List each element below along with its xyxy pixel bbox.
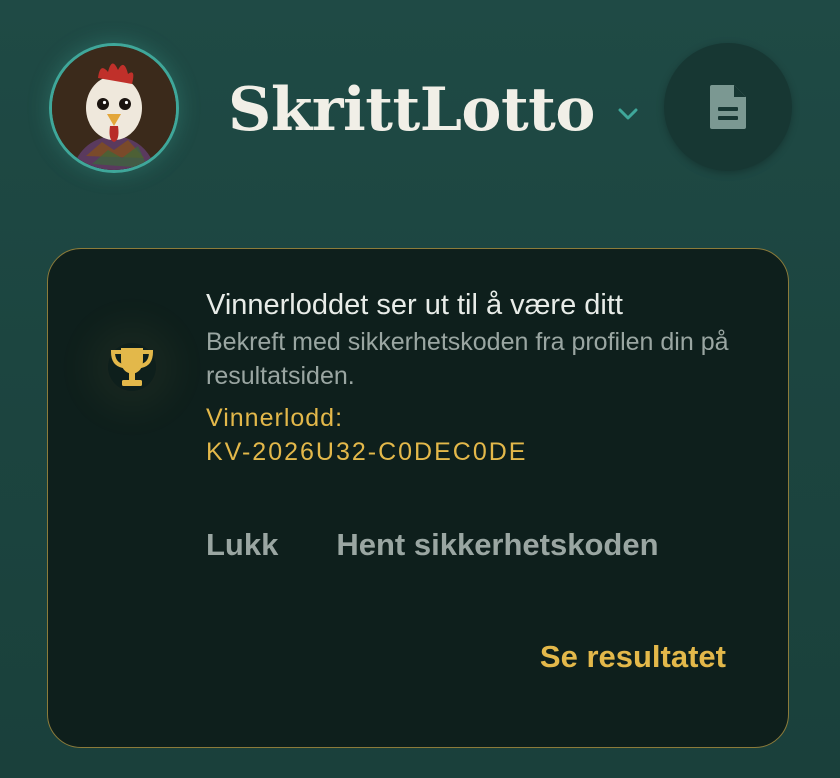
see-result-button[interactable]: Se resultatet — [540, 639, 726, 675]
fetch-security-code-button[interactable]: Hent sikkerhetskoden — [336, 527, 658, 563]
winner-notice-card: Vinnerloddet ser ut til å være ditt Bekr… — [47, 248, 789, 748]
app-title: SkrittLotto — [228, 75, 595, 145]
notice-actions: Lukk Hent sikkerhetskoden — [206, 527, 659, 563]
chevron-down-icon[interactable] — [617, 103, 639, 125]
close-button[interactable]: Lukk — [206, 527, 278, 563]
avatar[interactable] — [49, 43, 179, 173]
document-button[interactable] — [664, 43, 792, 171]
notice-headline: Vinnerloddet ser ut til å være ditt — [206, 289, 623, 321]
ticket-code: KV-2026U32-C0DEC0DE — [206, 438, 528, 466]
rooster-avatar-icon — [52, 46, 176, 170]
ticket-label: Vinnerlodd: — [206, 404, 344, 432]
trophy-icon — [108, 343, 156, 391]
notice-subtext: Bekreft med sikkerhetskoden fra profilen… — [206, 328, 729, 390]
app-switcher[interactable]: SkrittLotto — [228, 70, 639, 150]
notice-content: Vinnerloddet ser ut til å være ditt Bekr… — [206, 287, 738, 469]
document-icon — [710, 85, 746, 129]
